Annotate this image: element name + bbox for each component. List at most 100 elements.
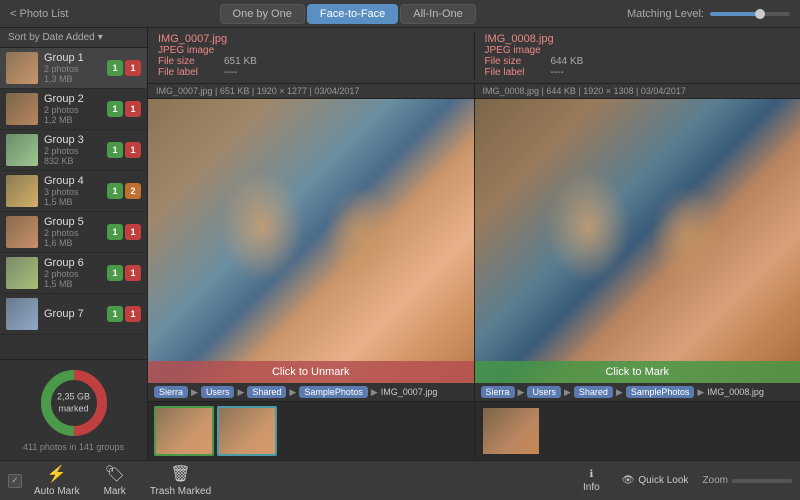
group2-info: Group 2 2 photos 1,2 MB — [44, 93, 101, 125]
sidebar-sort[interactable]: Sort by Date Added ▾ — [0, 28, 147, 48]
left-photo-overlay — [148, 99, 474, 383]
back-link[interactable]: < Photo List — [10, 8, 68, 20]
left-bc-sep1: ▶ — [191, 387, 198, 398]
main-layout: Sort by Date Added ▾ Group 1 2 photos 1,… — [0, 28, 800, 460]
trash-marked-button[interactable]: 🗑 Trash Marked — [138, 461, 223, 500]
sidebar-groups: Group 1 2 photos 1,3 MB 1 1 Group 2 2 ph… — [0, 48, 147, 359]
sidebar-item-group4[interactable]: Group 4 3 photos 1,5 MB 1 2 — [0, 171, 147, 212]
group1-thumb — [6, 52, 38, 84]
group6-size: 1,5 MB — [44, 279, 101, 289]
group3-thumb — [6, 134, 38, 166]
left-bc-sep3: ▶ — [289, 387, 296, 398]
sidebar-item-group7[interactable]: Group 7 1 1 — [0, 294, 147, 335]
auto-mark-label: Auto Mark — [34, 486, 80, 497]
mark-icon: 🏷 — [105, 464, 125, 484]
right-image-header: IMG_0008.jpg | 644 KB | 1920 × 1308 | 03… — [475, 84, 800, 99]
group4-info: Group 4 3 photos 1,5 MB — [44, 175, 101, 207]
group5-name: Group 5 — [44, 216, 101, 228]
zoom-label: Zoom — [702, 475, 728, 486]
right-file-label-row: File label ---- — [485, 67, 791, 78]
group6-photos: 2 photos — [44, 269, 101, 279]
right-breadcrumb: Sierra ▶ Users ▶ Shared ▶ SamplePhotos ▶… — [475, 383, 800, 402]
group1-info: Group 1 2 photos 1,3 MB — [44, 52, 101, 84]
zoom-control: Zoom — [702, 475, 792, 486]
left-file-label-row: File label ---- — [158, 67, 464, 78]
matching-level-label: Matching Level: — [627, 8, 704, 20]
group7-name: Group 7 — [44, 308, 101, 320]
sidebar-item-group5[interactable]: Group 5 2 photos 1,6 MB 1 1 — [0, 212, 147, 253]
donut-marked: marked — [57, 403, 90, 415]
sidebar-item-group1[interactable]: Group 1 2 photos 1,3 MB 1 1 — [0, 48, 147, 89]
left-bc-sierra: Sierra — [154, 386, 188, 398]
bottom-section: Sierra ▶ Users ▶ Shared ▶ SamplePhotos ▶… — [148, 383, 800, 460]
right-bc-sep2: ▶ — [564, 387, 571, 398]
group5-info: Group 5 2 photos 1,6 MB — [44, 216, 101, 248]
group4-name: Group 4 — [44, 175, 101, 187]
group1-name: Group 1 — [44, 52, 101, 64]
sort-label: Sort by Date Added — [8, 32, 95, 43]
sidebar-item-group2[interactable]: Group 2 2 photos 1,2 MB 1 1 — [0, 89, 147, 130]
content-area: IMG_0007.jpg JPEG image File size 651 KB… — [148, 28, 800, 460]
left-file-info: IMG_0007.jpg JPEG image File size 651 KB… — [148, 31, 475, 80]
right-thumb-strip — [475, 402, 800, 460]
slider-thumb — [755, 9, 765, 19]
group3-badge-red: 1 — [125, 142, 141, 158]
auto-mark-button[interactable]: ⚡ Auto Mark — [22, 461, 92, 500]
group5-size: 1,6 MB — [44, 238, 101, 248]
sidebar-item-group6[interactable]: Group 6 2 photos 1,5 MB 1 1 — [0, 253, 147, 294]
left-thumb-img-1 — [156, 408, 212, 454]
left-bc-samplephotos: SamplePhotos — [299, 386, 368, 398]
left-bc-sep4: ▶ — [371, 387, 378, 398]
right-file-info: IMG_0008.jpg JPEG image File size 644 KB… — [475, 31, 800, 80]
auto-mark-check[interactable]: ✓ — [8, 474, 22, 488]
group4-photos: 3 photos — [44, 187, 101, 197]
right-panel-bottom: Sierra ▶ Users ▶ Shared ▶ SamplePhotos ▶… — [475, 383, 800, 460]
sidebar-item-group3[interactable]: Group 3 2 photos 832 KB 1 1 — [0, 130, 147, 171]
group6-name: Group 6 — [44, 257, 101, 269]
info-label: Info — [583, 482, 600, 493]
group1-badge-red: 1 — [125, 60, 141, 76]
sidebar-bottom: 2,35 GB marked 411 photos in 141 groups — [0, 359, 147, 460]
left-action-button[interactable]: Click to Unmark — [148, 361, 474, 383]
right-file-type-label: JPEG image — [485, 45, 545, 56]
left-panel-bottom: Sierra ▶ Users ▶ Shared ▶ SamplePhotos ▶… — [148, 383, 475, 460]
tab-all-in-one[interactable]: All-In-One — [400, 4, 476, 24]
info-button[interactable]: ℹ Info — [575, 466, 608, 496]
group6-thumb — [6, 257, 38, 289]
right-action-button[interactable]: Click to Mark — [475, 361, 800, 383]
left-thumb-2[interactable] — [217, 406, 277, 456]
tab-face-to-face[interactable]: Face-to-Face — [307, 4, 398, 24]
left-file-type-row: JPEG image — [158, 45, 464, 56]
group6-badges: 1 1 — [107, 265, 141, 281]
group3-info: Group 3 2 photos 832 KB — [44, 134, 101, 166]
group2-size: 1,2 MB — [44, 115, 101, 125]
group3-badge-green: 1 — [107, 142, 123, 158]
group2-name: Group 2 — [44, 93, 101, 105]
group4-size: 1,5 MB — [44, 197, 101, 207]
right-thumb-1[interactable] — [481, 406, 541, 456]
left-thumb-strip — [148, 402, 474, 460]
group5-photos: 2 photos — [44, 228, 101, 238]
group1-badges: 1 1 — [107, 60, 141, 76]
quick-look-button[interactable]: 👁 Quick Look — [614, 472, 697, 489]
group1-size: 1,3 MB — [44, 74, 101, 84]
group7-badge-green: 1 — [107, 306, 123, 322]
auto-mark-icon: ⚡ — [47, 464, 67, 484]
trash-label: Trash Marked — [150, 486, 211, 497]
left-bc-users: Users — [201, 386, 235, 398]
left-breadcrumb: Sierra ▶ Users ▶ Shared ▶ SamplePhotos ▶… — [148, 383, 474, 402]
sort-chevron-icon: ▾ — [98, 32, 103, 43]
zoom-slider[interactable] — [732, 479, 792, 483]
group3-name: Group 3 — [44, 134, 101, 146]
left-thumb-1[interactable] — [154, 406, 214, 456]
mark-button[interactable]: 🏷 Mark — [92, 461, 138, 500]
top-bar: < Photo List One by One Face-to-Face All… — [0, 0, 800, 28]
group6-info: Group 6 2 photos 1,5 MB — [44, 257, 101, 289]
group3-badges: 1 1 — [107, 142, 141, 158]
matching-level-slider[interactable] — [710, 12, 790, 16]
left-image-panel: IMG_0007.jpg | 651 KB | 1920 × 1277 | 03… — [148, 84, 475, 383]
left-bc-sep2: ▶ — [237, 387, 244, 398]
right-bc-shared: Shared — [574, 386, 613, 398]
tab-one-by-one[interactable]: One by One — [220, 4, 305, 24]
info-icon: ℹ — [589, 469, 593, 480]
